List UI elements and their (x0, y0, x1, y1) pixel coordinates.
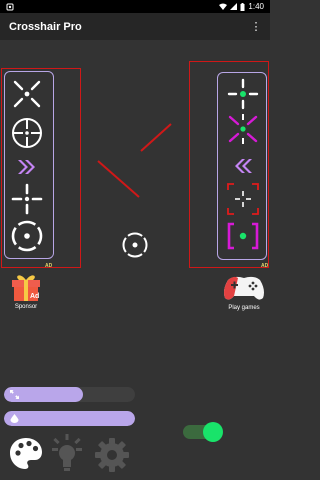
battery-icon (240, 2, 245, 11)
opacity-icon (10, 414, 19, 423)
dot-cross-icon (11, 183, 43, 215)
status-left (6, 3, 14, 11)
circle-crosshair-icon (11, 220, 43, 252)
magenta-brackets-crosshair-icon (227, 222, 259, 250)
chevron-left-crosshair[interactable] (225, 148, 261, 184)
opacity-slider-fill (4, 411, 135, 426)
overflow-menu-icon[interactable]: ⋮ (250, 21, 262, 32)
purple-x-crosshair-icon (228, 114, 258, 144)
status-right: 1:40 (219, 2, 264, 11)
expand-icon (10, 390, 19, 399)
app-notification-icon (6, 3, 14, 10)
chevron-right-crosshair[interactable] (9, 149, 45, 185)
arrow-to-right-panel (140, 123, 172, 152)
signal-icon (230, 3, 238, 10)
settings-gear-icon[interactable] (94, 437, 130, 473)
wifi-icon (219, 3, 228, 10)
gift-ad-text: Ad (30, 293, 39, 300)
status-bar: 1:40 (0, 0, 270, 13)
app-title: Crosshair Pro (9, 20, 82, 33)
gamepad-icon (224, 276, 264, 300)
status-time: 1:40 (248, 2, 264, 11)
chevron-left-icon (235, 159, 252, 173)
play-games-label: Play games (228, 305, 260, 311)
right-ad-tag: AD (261, 263, 269, 269)
light-bulb-icon[interactable] (50, 434, 84, 472)
crosshair-toggle[interactable] (183, 421, 223, 443)
green-dot-crosshair[interactable] (225, 76, 261, 112)
chevron-right-icon (18, 160, 35, 174)
arrow-to-left-panel (97, 160, 140, 198)
size-slider[interactable] (4, 387, 135, 402)
dot-cross-crosshair[interactable] (9, 181, 45, 217)
green-dot-crosshair-icon (227, 78, 259, 110)
circle-crosshair[interactable] (9, 218, 45, 254)
magenta-brackets-crosshair[interactable] (225, 218, 261, 254)
x-crosshair-icon (13, 80, 41, 108)
sponsor-button[interactable]: Ad (10, 270, 42, 302)
red-corners-crosshair[interactable] (225, 181, 261, 217)
palette-icon[interactable] (8, 436, 44, 472)
scope-crosshair-icon (12, 118, 42, 148)
x-crosshair[interactable] (9, 76, 45, 112)
gift-icon: Ad (12, 275, 40, 301)
left-ad-tag: AD (45, 263, 53, 269)
app-bar: Crosshair Pro ⋮ (0, 13, 270, 40)
active-crosshair-preview[interactable] (120, 230, 150, 260)
play-games-button[interactable] (222, 274, 266, 302)
toggle-knob (203, 422, 223, 442)
red-corners-crosshair-icon (227, 183, 259, 215)
annotation-arrows (97, 123, 172, 198)
purple-x-crosshair[interactable] (225, 111, 261, 147)
sponsor-label: Sponsor (14, 304, 38, 310)
opacity-slider[interactable] (4, 411, 135, 426)
scope-crosshair[interactable] (9, 115, 45, 151)
